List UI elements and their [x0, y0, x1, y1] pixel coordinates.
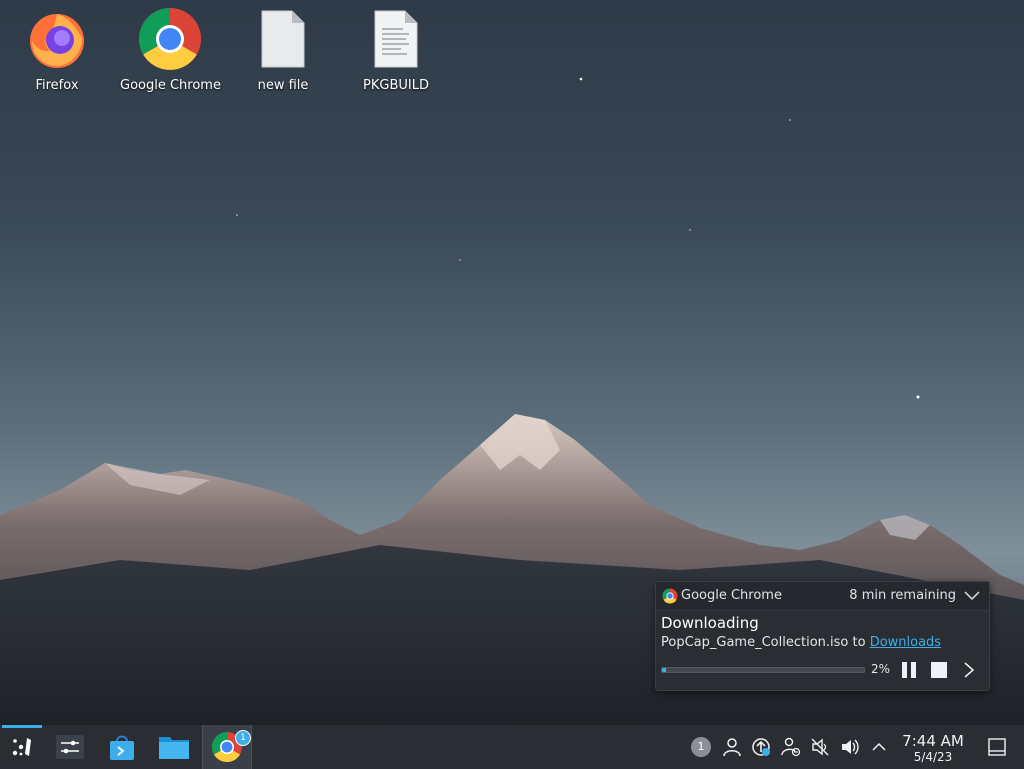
- notification-description: PopCap_Game_Collection.iso to Downloads: [661, 635, 941, 650]
- discover-button[interactable]: [102, 725, 142, 769]
- clock-time: 7:44 AM: [902, 732, 964, 750]
- chevron-right-icon[interactable]: [960, 661, 978, 679]
- chrome-icon: [662, 588, 678, 604]
- blank-file-icon: [261, 10, 305, 68]
- desktop-icon-label: new file: [257, 78, 309, 93]
- dolphin-button[interactable]: [153, 725, 195, 769]
- desktop-icon-label: Firefox: [35, 78, 79, 93]
- chrome-badge: 1: [235, 730, 251, 746]
- notification-title: Downloading: [661, 614, 759, 632]
- firefox-icon: [30, 14, 84, 68]
- download-progress-fill: [662, 668, 667, 672]
- notification-app-name: Google Chrome: [681, 588, 782, 603]
- digital-clock[interactable]: 7:44 AM 5/4/23: [896, 732, 970, 765]
- download-notification[interactable]: Google Chrome 8 min remaining Downloadin…: [655, 581, 990, 691]
- volume-icon[interactable]: [840, 737, 860, 757]
- app-launcher-button[interactable]: [4, 725, 40, 769]
- muted-speaker-icon[interactable]: [810, 737, 830, 757]
- desktop-icon-chrome[interactable]: Google Chrome: [120, 6, 221, 93]
- app-launcher-icon: [12, 738, 31, 756]
- desktop-icon-label: Google Chrome: [120, 78, 221, 93]
- system-settings-icon: [56, 735, 84, 759]
- desktop-icon-label: PKGBUILD: [363, 78, 429, 93]
- chrome-task-button[interactable]: 1: [202, 725, 252, 769]
- notification-header: Google Chrome 8 min remaining: [656, 582, 989, 611]
- updates-icon[interactable]: [751, 737, 771, 757]
- taskbar: 1 1 7:44 AM 5/4/23: [0, 724, 1024, 769]
- text-file-icon: [374, 10, 418, 68]
- time-remaining: 8 min remaining: [849, 588, 956, 603]
- user-icon[interactable]: [722, 737, 742, 757]
- desktop-icon-pkgbuild[interactable]: PKGBUILD: [346, 6, 446, 93]
- desktop-icon-firefox[interactable]: Firefox: [7, 6, 107, 93]
- discover-store-icon: [110, 735, 134, 760]
- network-icon[interactable]: [781, 737, 801, 757]
- download-file-text: PopCap_Game_Collection.iso to: [661, 635, 866, 650]
- chevron-down-icon[interactable]: [963, 588, 981, 602]
- download-progress-bar: [661, 667, 865, 673]
- chrome-icon: [139, 8, 201, 70]
- dolphin-files-icon: [159, 737, 189, 759]
- show-desktop-icon[interactable]: [988, 738, 1006, 756]
- stop-icon[interactable]: [930, 661, 948, 679]
- clock-date: 5/4/23: [913, 750, 953, 764]
- progress-percent: 2%: [871, 662, 891, 676]
- expand-tray-icon[interactable]: [869, 737, 889, 757]
- notifications-count-icon[interactable]: 1: [691, 737, 711, 757]
- downloads-link[interactable]: Downloads: [870, 635, 941, 650]
- pause-icon[interactable]: [900, 661, 918, 679]
- system-settings-button[interactable]: [50, 725, 90, 769]
- desktop-icon-new-file[interactable]: new file: [233, 6, 333, 93]
